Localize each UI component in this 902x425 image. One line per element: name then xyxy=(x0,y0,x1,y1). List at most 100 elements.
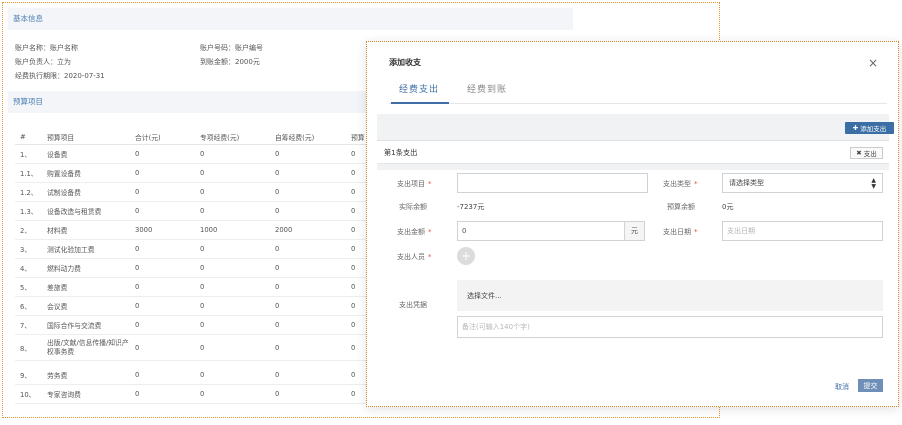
table-cell: 材料费 xyxy=(47,227,68,235)
table-cell: 0 xyxy=(351,371,356,379)
delete-expense-button[interactable]: ✖ 支出 xyxy=(850,147,883,159)
table-cell: 0 xyxy=(135,150,140,158)
table-cell: 0 xyxy=(200,302,205,310)
table-cell: 0 xyxy=(275,343,280,352)
modal-title: 添加收支 xyxy=(389,58,421,67)
close-icon: ✖ xyxy=(856,149,862,157)
actual-balance-label: 实际余额 xyxy=(399,203,427,211)
table-cell: 1.2、 xyxy=(20,189,38,197)
table-header-cell: 预算 xyxy=(351,133,365,142)
table-cell: 0 xyxy=(135,264,140,272)
table-cell: 4、 xyxy=(20,265,32,273)
table-cell: 劳务费 xyxy=(47,372,68,380)
table-cell: 国际合作与交流费 xyxy=(47,322,102,330)
expense-date-label: 支出日期 * xyxy=(663,228,698,236)
add-expense-button[interactable]: ✚ 添加支出 xyxy=(845,122,894,134)
table-cell: 1000 xyxy=(200,226,218,234)
submit-button[interactable]: 提交 xyxy=(858,379,883,392)
table-cell: 3、 xyxy=(20,246,32,254)
basic-info-section-title: 基本信息 xyxy=(8,8,573,30)
table-header-cell: 预算项目 xyxy=(47,133,75,142)
expense-type-label: 支出类型 * xyxy=(663,180,698,188)
add-income-expense-modal: 添加收支 × 经费支出 经费到账 ✚ 添加支出 第1条支出 ✖ 支出 支出项目 *… xyxy=(366,41,899,407)
table-cell: 0 xyxy=(351,245,356,253)
tab-expense[interactable]: 经费支出 xyxy=(399,82,439,95)
delete-expense-label: 支出 xyxy=(863,150,877,158)
table-header-cell: # xyxy=(20,132,26,141)
account-owner-text: 账户负责人：立为 xyxy=(15,58,71,66)
table-cell: 0 xyxy=(275,245,280,253)
table-cell: 专家咨询费 xyxy=(47,391,81,399)
table-cell: 差旅费 xyxy=(47,284,68,292)
expense-form: 支出项目 * 支出类型 * 请选择类型 ▲ ▼ 实际余额 -7237元 预算余额 0元… xyxy=(377,170,889,344)
expense-type-select[interactable]: 请选择类型 ▲ ▼ xyxy=(722,173,883,193)
table-header-cell: 自筹经费(元) xyxy=(275,133,315,142)
table-cell: 0 xyxy=(351,169,356,177)
expense-amount-input[interactable] xyxy=(457,221,625,241)
table-cell: 0 xyxy=(351,390,356,398)
table-cell: 0 xyxy=(275,302,280,310)
table-cell: 0 xyxy=(135,343,140,352)
table-cell: 0 xyxy=(275,207,280,215)
sort-arrows-icon: ▲ ▼ xyxy=(871,177,876,190)
expense-item-title: 第1条支出 xyxy=(384,148,418,157)
table-cell: 0 xyxy=(351,321,356,329)
table-cell: 出版/文献/信息传播/知识产权事务费 xyxy=(47,338,129,356)
add-expense-label: 添加支出 xyxy=(860,125,887,133)
table-cell: 2、 xyxy=(20,227,32,235)
table-cell: 0 xyxy=(275,150,280,158)
close-icon[interactable]: × xyxy=(868,56,878,70)
remark-textarea[interactable] xyxy=(457,316,883,338)
table-cell: 0 xyxy=(200,245,205,253)
table-cell: 0 xyxy=(351,302,356,310)
modal-body: ✚ 添加支出 第1条支出 ✖ 支出 支出项目 * 支出类型 * 请选择类型 ▲ ▼ 实… xyxy=(377,114,894,344)
expense-item-label: 支出项目 * xyxy=(397,180,432,188)
modal-tabs: 经费支出 经费到账 xyxy=(389,78,887,104)
choose-file-button[interactable]: 选择文件... xyxy=(457,280,883,311)
account-name-text: 账户名称：账户名称 xyxy=(15,44,78,52)
table-cell: 0 xyxy=(135,245,140,253)
table-cell: 0 xyxy=(200,343,205,352)
table-cell: 8、 xyxy=(20,344,32,353)
table-cell: 0 xyxy=(135,390,140,398)
table-cell: 0 xyxy=(275,169,280,177)
table-cell: 0 xyxy=(200,188,205,196)
table-cell: 1、 xyxy=(20,151,32,159)
table-cell: 测试化验加工费 xyxy=(47,246,95,254)
expense-voucher-label: 支出凭据 xyxy=(399,301,427,309)
active-tab-indicator xyxy=(391,102,449,104)
account-number-text: 账户号码：账户编号 xyxy=(200,44,263,52)
table-cell: 9、 xyxy=(20,372,32,380)
table-cell: 1.3、 xyxy=(20,208,38,216)
table-cell: 6、 xyxy=(20,303,32,311)
budget-balance-label: 预算余额 xyxy=(667,203,695,211)
table-cell: 3000 xyxy=(135,226,153,234)
expense-amount-label: 支出金额 * xyxy=(397,228,432,236)
table-cell: 10、 xyxy=(20,391,36,399)
table-cell: 燃料动力费 xyxy=(47,265,81,273)
table-cell: 会议费 xyxy=(47,303,68,311)
table-cell: 0 xyxy=(275,188,280,196)
cancel-button[interactable]: 取消 xyxy=(835,382,849,392)
table-cell: 7、 xyxy=(20,322,32,330)
table-cell: 0 xyxy=(351,150,356,158)
add-person-button[interactable]: + xyxy=(457,247,475,265)
table-cell: 0 xyxy=(135,169,140,177)
table-cell: 0 xyxy=(135,207,140,215)
actual-balance-value: -7237元 xyxy=(457,203,485,211)
expense-date-input[interactable] xyxy=(722,221,883,241)
table-cell: 0 xyxy=(200,169,205,177)
table-cell: 0 xyxy=(351,343,356,352)
expense-item-header: 第1条支出 ✖ 支出 xyxy=(377,140,889,164)
expense-item-input[interactable] xyxy=(457,173,648,193)
table-cell: 5、 xyxy=(20,284,32,292)
table-cell: 购置设备费 xyxy=(47,170,81,178)
table-cell: 0 xyxy=(275,371,280,379)
arrival-amount-text: 到账金额：2000元 xyxy=(200,58,260,66)
table-cell: 0 xyxy=(275,390,280,398)
table-cell: 0 xyxy=(200,207,205,215)
tab-arrival[interactable]: 经费到账 xyxy=(467,82,507,95)
table-cell: 设备改造与租赁费 xyxy=(47,208,102,216)
table-cell: 0 xyxy=(200,283,205,291)
table-cell: 0 xyxy=(351,188,356,196)
